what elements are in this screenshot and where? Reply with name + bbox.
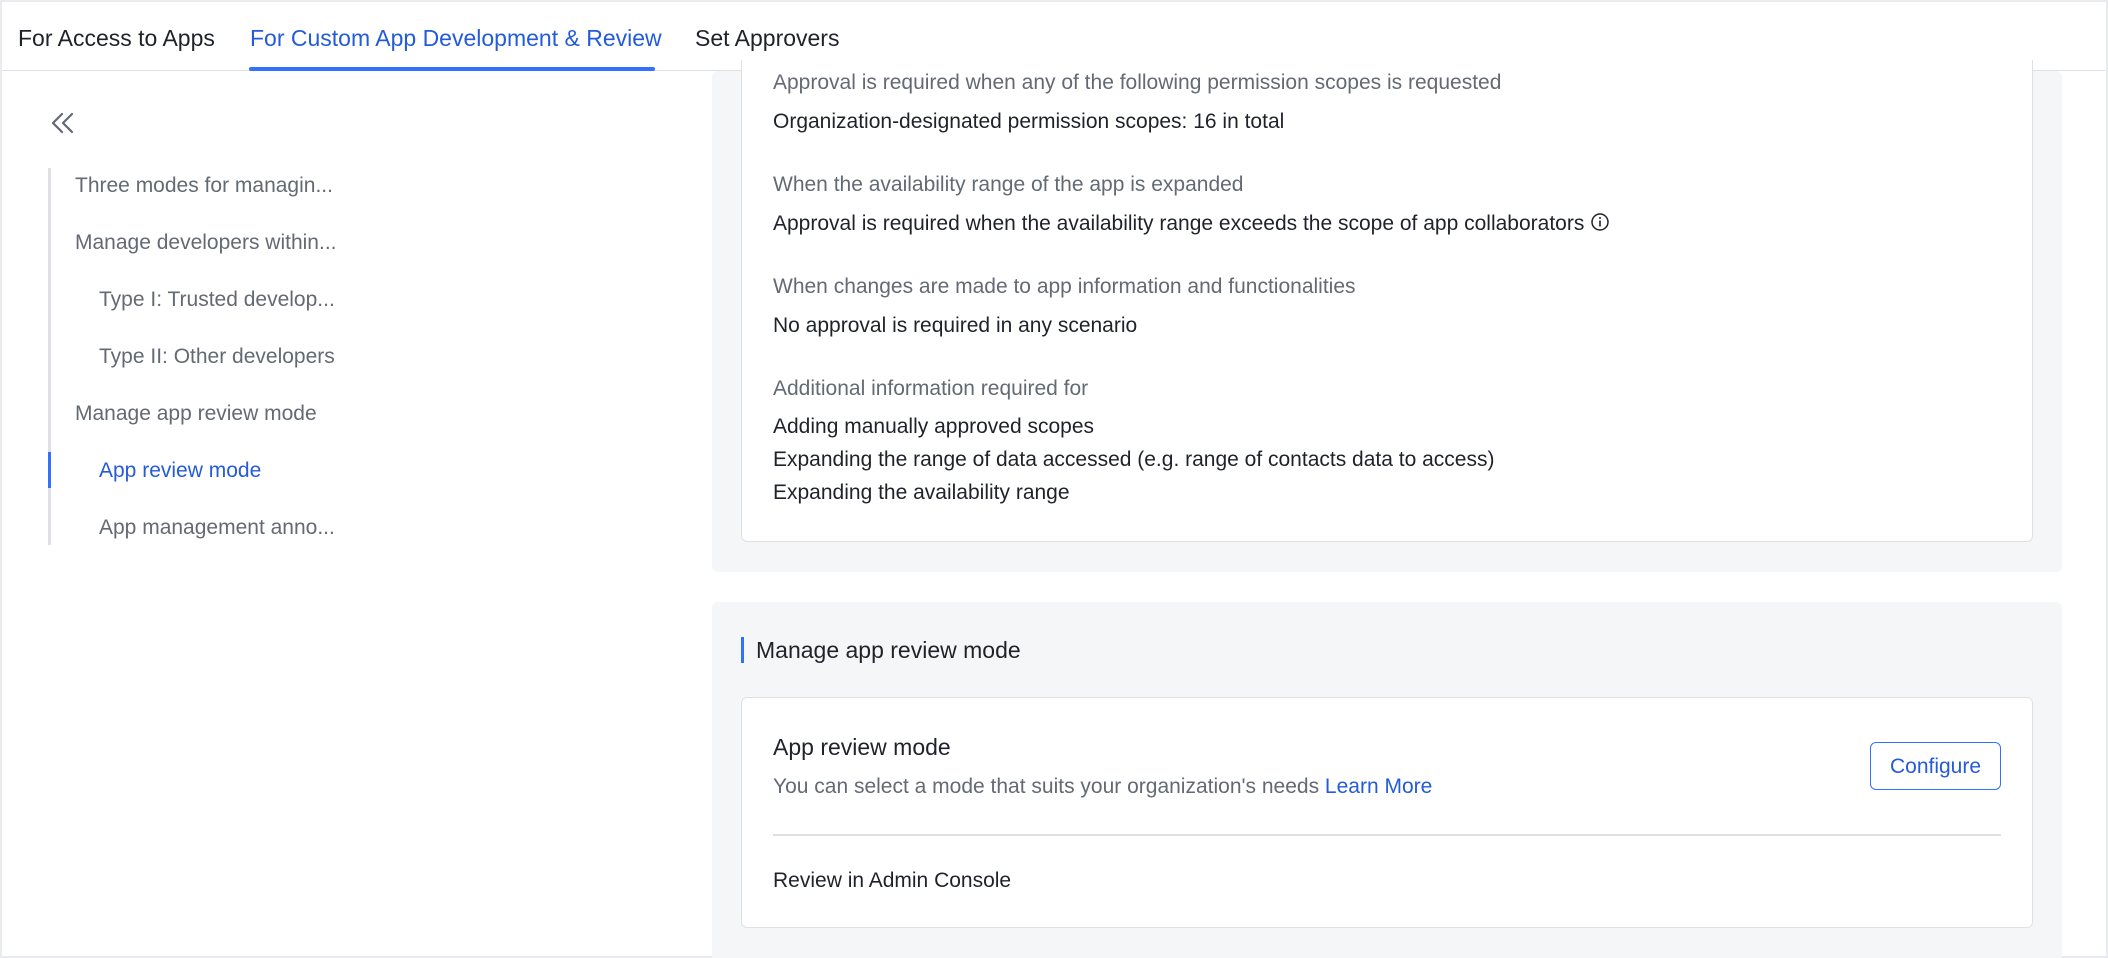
additional-info-label: Additional information required for xyxy=(773,377,1089,400)
toc-item-three-modes[interactable]: Three modes for managin... xyxy=(75,173,333,199)
learn-more-link[interactable]: Learn More xyxy=(1325,775,1432,798)
toc-track xyxy=(48,168,51,545)
availability-label: When the availability range of the app i… xyxy=(773,173,1244,196)
tab-set-approvers[interactable]: Set Approvers xyxy=(695,24,839,52)
additional-info-item: Expanding the range of data accessed (e.… xyxy=(773,448,1495,471)
toc-item-type-ii[interactable]: Type II: Other developers xyxy=(99,344,335,370)
active-tab-indicator xyxy=(249,67,655,71)
review-mode-title: App review mode xyxy=(773,734,951,760)
configure-button[interactable]: Configure xyxy=(1870,742,2001,790)
section-accent-bar xyxy=(741,637,744,663)
toc-item-type-i[interactable]: Type I: Trusted develop... xyxy=(99,287,335,313)
additional-info-item: Expanding the availability range xyxy=(773,481,1070,504)
info-icon[interactable] xyxy=(1590,212,1610,232)
toc-item-app-management-announcement[interactable]: App management anno... xyxy=(99,515,335,541)
toc-item-app-review-mode[interactable]: App review mode xyxy=(99,458,261,484)
changes-value: No approval is required in any scenario xyxy=(773,314,1138,337)
tab-access-to-apps[interactable]: For Access to Apps xyxy=(18,24,215,52)
availability-value-row: Approval is required when the availabili… xyxy=(773,211,1610,237)
review-mode-description: You can select a mode that suits your or… xyxy=(773,775,1320,798)
additional-info-item: Adding manually approved scopes xyxy=(773,415,1095,438)
changes-label: When changes are made to app information… xyxy=(773,275,1356,298)
toc-active-indicator xyxy=(48,452,51,488)
permission-scopes-label: Approval is required when any of the fol… xyxy=(773,71,1502,94)
toc-item-manage-developers[interactable]: Manage developers within... xyxy=(75,230,337,256)
collapse-sidebar-icon[interactable] xyxy=(48,108,78,138)
review-mode-description-row: You can select a mode that suits your or… xyxy=(773,774,1432,800)
section-title: Manage app review mode xyxy=(756,637,1021,663)
permission-scopes-value: Organization-designated permission scope… xyxy=(773,110,1285,133)
toc-item-manage-app-review-mode[interactable]: Manage app review mode xyxy=(75,401,317,427)
review-mode-value: Review in Admin Console xyxy=(773,869,1012,892)
tab-custom-app-development-review[interactable]: For Custom App Development & Review xyxy=(250,24,662,52)
availability-value: Approval is required when the availabili… xyxy=(773,212,1585,235)
card-divider xyxy=(773,834,2001,836)
